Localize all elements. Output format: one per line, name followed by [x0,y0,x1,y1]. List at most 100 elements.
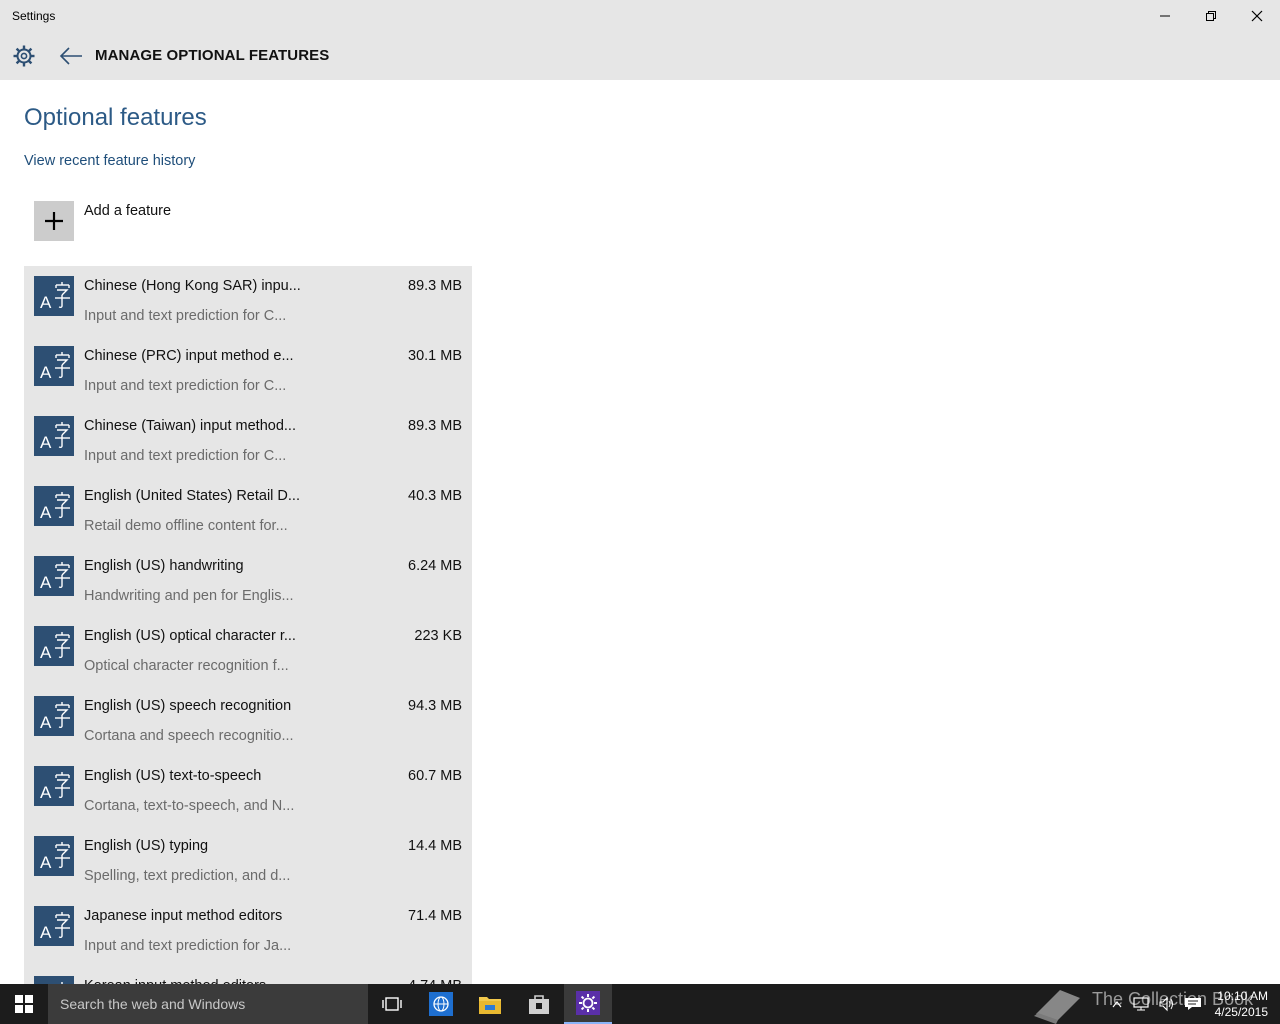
feature-description: Input and text prediction for C... [84,308,287,324]
feature-size: 71.4 MB [408,908,462,924]
feature-description: Spelling, text prediction, and d... [84,868,291,884]
start-button[interactable] [0,984,48,1024]
feature-description: Optical character recognition f... [84,658,289,674]
feature-name: English (US) speech recognition [84,698,292,714]
svg-text:A: A [40,923,52,942]
feature-list-item[interactable]: A Chinese (Taiwan) input method... 89.3 MB… [24,406,472,476]
feature-name: English (US) handwriting [84,558,244,574]
svg-text:A: A [40,713,52,732]
feature-history-link[interactable]: View recent feature history [24,153,195,169]
page-title: Optional features [24,104,207,131]
feature-description: Input and text prediction for C... [84,378,287,394]
feature-list-item[interactable]: A Chinese (PRC) input method e... 30.1 MB I… [24,336,472,406]
feature-description: Input and text prediction for C... [84,448,287,464]
feature-list-item[interactable]: A English (US) handwriting 6.24 MB Handwrit… [24,546,472,616]
feature-list-item[interactable]: A English (US) optical character r... 223 … [24,616,472,686]
feature-size: 60.7 MB [408,768,462,784]
settings-gear-icon [576,991,600,1015]
minimize-icon [1160,15,1170,17]
svg-text:A: A [40,573,52,592]
language-a-zi-icon: A [34,486,74,526]
svg-text:A: A [40,643,52,662]
taskbar-search-box[interactable]: Search the web and Windows [48,984,368,1024]
taskbar-clock[interactable]: 10:10 AM 4/25/2015 [1215,988,1268,1020]
feature-size: 6.24 MB [408,558,462,574]
feature-name: Chinese (PRC) input method e... [84,348,294,364]
settings-taskbar-button[interactable] [564,984,612,1024]
feature-description: Handwriting and pen for Englis... [84,588,294,604]
gear-icon[interactable] [12,44,36,68]
feature-size: 89.3 MB [408,418,462,434]
taskbar: Search the web and Windows The Collectio… [0,984,1280,1024]
language-a-zi-icon: A [34,346,74,386]
notification-icon [1185,998,1201,1010]
feature-size: 30.1 MB [408,348,462,364]
feature-size: 89.3 MB [408,278,462,294]
feature-name: Japanese input method editors [84,908,283,924]
feature-size: 94.3 MB [408,698,462,714]
browser-globe-icon [429,992,453,1016]
show-hidden-icons-button[interactable] [1108,984,1126,1024]
page-header-title: MANAGE OPTIONAL FEATURES [95,47,330,64]
feature-list-item[interactable]: AKorean input method editors4.74 MB [24,966,472,984]
svg-text:A: A [40,293,52,312]
language-a-zi-icon: A [34,276,74,316]
svg-text:A: A [40,783,52,802]
language-a-zi-icon: A [34,626,74,666]
feature-description: Input and text prediction for Ja... [84,938,292,954]
browser-taskbar-button[interactable] [417,984,465,1024]
svg-text:A: A [40,853,52,872]
feature-list-item[interactable]: A English (United States) Retail D... 40.3… [24,476,472,546]
feature-list-item[interactable]: A English (US) speech recognition 94.3 MB C… [24,686,472,756]
svg-text:A: A [40,503,52,522]
restore-icon [1206,11,1216,21]
feature-size: 223 KB [414,628,462,644]
feature-size: 40.3 MB [408,488,462,504]
feature-list: A Chinese (Hong Kong SAR) inpu... 89.3 MB I… [24,266,472,984]
add-feature-label: Add a feature [84,203,172,219]
feature-name: English (US) optical character r... [84,628,296,644]
store-taskbar-button[interactable] [515,984,563,1024]
svg-text:A: A [40,363,52,382]
main-content: Optional features View recent feature hi… [0,80,1280,984]
close-button[interactable] [1234,0,1280,32]
svg-text:A: A [40,433,52,452]
add-feature-button[interactable]: Add a feature [24,196,324,246]
task-view-button[interactable] [368,984,416,1024]
language-a-zi-icon: A [34,696,74,736]
feature-description: Retail demo offline content for... [84,518,288,534]
clock-date: 4/25/2015 [1214,1005,1268,1019]
feature-name: English (US) typing [84,838,209,854]
network-icon [1133,997,1149,1011]
task-view-icon [382,997,402,1011]
close-icon [1251,10,1263,22]
search-placeholder: Search the web and Windows [60,996,246,1012]
volume-tray-icon[interactable] [1155,984,1179,1024]
title-bar: Settings [0,0,1280,32]
feature-description: Cortana and speech recognitio... [84,728,294,744]
restore-button[interactable] [1188,0,1234,32]
file-explorer-taskbar-button[interactable] [466,984,514,1024]
feature-name: English (US) text-to-speech [84,768,262,784]
windows-logo-icon [15,995,33,1013]
feature-name: Chinese (Hong Kong SAR) inpu... [84,278,301,294]
book-logo-icon [1034,990,1080,1024]
language-a-zi-icon: A [34,766,74,806]
feature-name: English (United States) Retail D... [84,488,300,504]
action-center-button[interactable] [1181,984,1205,1024]
feature-list-item[interactable]: A Japanese input method editors 71.4 MB Inp… [24,896,472,966]
feature-name: Chinese (Taiwan) input method... [84,418,296,434]
feature-list-item[interactable]: A English (US) typing 14.4 MB Spelling, tex… [24,826,472,896]
language-a-zi-icon: A [34,416,74,456]
language-a-zi-icon: A [34,906,74,946]
feature-list-item[interactable]: A English (US) text-to-speech 60.7 MB Corta… [24,756,472,826]
feature-list-item[interactable]: A Chinese (Hong Kong SAR) inpu... 89.3 MB I… [24,266,472,336]
speaker-icon [1159,996,1173,1012]
minimize-button[interactable] [1142,0,1188,32]
folder-icon [479,997,501,1014]
back-arrow-icon[interactable] [58,44,84,68]
feature-size: 14.4 MB [408,838,462,854]
network-tray-icon[interactable] [1130,984,1154,1024]
chevron-up-icon [1112,1001,1122,1008]
clock-time: 10:10 AM [1217,989,1268,1003]
